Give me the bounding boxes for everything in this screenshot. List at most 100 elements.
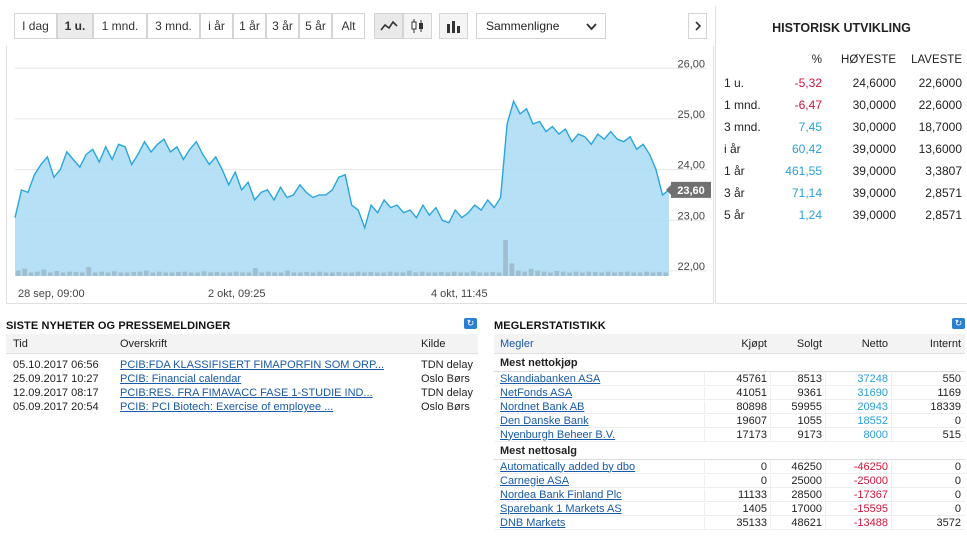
broker-name-link[interactable]: NetFonds ASA [494,387,704,399]
volume-bar [79,272,85,276]
news-headline-link[interactable]: PCIB:FDA KLASSIFISERT FIMAPORFIN SOM ORP… [120,359,421,371]
y-tick-label: 23,00 [677,210,705,222]
broker-name-link[interactable]: DNB Markets [494,517,704,529]
net-buy-title: Mest nettokjøp [494,354,965,372]
volume-bar [406,270,412,276]
y-tick-label: 24,00 [677,160,705,172]
range-button-1m[interactable]: 1 mnd. [93,13,147,39]
volume-bar [413,272,419,276]
volume-bar [99,271,104,276]
volume-bar [528,268,534,276]
y-tick-label: 26,00 [677,58,705,70]
volume-bar [368,272,374,276]
candlestick-icon [411,19,423,33]
broker-sold: 28500 [770,488,825,501]
history-pct: 71,14 [791,186,822,200]
news-header-row: Tid Overskrift Kilde [6,334,478,354]
broker-sold: 59955 [770,400,825,413]
broker-sold: 1055 [770,414,825,427]
broker-bought: 17173 [704,428,770,441]
history-low: 2,8571 [925,208,962,222]
history-period: 1 år [724,164,745,178]
news-headline-link[interactable]: PCIB: PCI Biotech: Exercise of employee … [120,401,421,413]
volume-bar [650,272,656,276]
compare-dropdown[interactable]: Sammenligne [476,13,606,39]
broker-internal: 0 [891,460,964,473]
broker-name-link[interactable]: Sparebank 1 Markets AS [494,503,704,515]
news-row: 05.09.2017 20:54 PCIB: PCI Biotech: Exerc… [6,400,478,414]
volume-bar [624,271,630,276]
volume-bar [60,272,66,276]
volume-bar [381,272,387,276]
broker-net: 18552 [825,414,891,427]
history-header-high: HØYESTE [841,54,896,66]
broker-name-link[interactable]: Nordnet Bank AB [494,401,704,413]
next-button[interactable] [688,13,707,39]
news-row: 25.09.2017 10:27 PCIB: Financial calendar… [6,372,478,386]
range-button-ytd[interactable]: i år [200,13,233,39]
volume-bar [214,272,220,276]
broker-name-link[interactable]: Nordea Bank Finland Plc [494,489,704,501]
broker-internal: 0 [891,488,964,501]
range-button-5y[interactable]: 5 år [299,13,332,39]
range-button-3m[interactable]: 3 mnd. [147,13,200,39]
volume-bar [112,271,117,276]
broker-name-link[interactable]: Automatically added by dbo [494,461,704,473]
volume-bar [535,270,540,276]
broker-net: 31690 [825,386,891,399]
range-button-all[interactable]: Alt [332,13,365,39]
history-header [724,48,772,72]
volume-icon [446,21,460,33]
broker-name-link[interactable]: Nyenburgh Beheer B.V. [494,429,704,441]
broker-internal: 550 [891,372,964,385]
volume-bar [150,272,156,276]
news-headline-link[interactable]: PCIB:RES. FRA FIMAVACC FASE 1-STUDIE IND… [120,387,421,399]
candlestick-button[interactable] [403,13,432,39]
chevron-down-icon [586,23,597,31]
range-button-today[interactable]: I dag [14,13,57,39]
volume-bar [599,272,605,276]
broker-sold: 17000 [770,502,825,515]
volume-bar [28,272,34,276]
volume-bar [246,272,252,276]
volume-bar [342,272,348,276]
net-sell-title: Mest nettosalg [494,442,965,460]
broker-header-name[interactable]: Megler [494,338,704,350]
broker-row: DNB Markets 35133 48621 -13488 3572 [494,516,965,530]
price-chart[interactable]: 26,00 25,00 24,00 23,00 22,00 23,60 28 sep, 0… [6,46,714,304]
range-button-3y[interactable]: 3 år [266,13,299,39]
volume-bar [291,272,297,276]
news-title: SISTE NYHETER OG PRESSEMELDINGER [6,320,231,332]
line-chart-button[interactable] [374,13,403,39]
range-button-1w[interactable]: 1 u. [57,13,93,39]
range-button-1y[interactable]: 1 år [233,13,266,39]
volume-bar [285,270,290,276]
refresh-brokers-icon[interactable]: ↻ [952,318,965,329]
broker-name-link[interactable]: Carnegie ASA [494,475,704,487]
volume-bar [67,271,72,276]
news-headline-link[interactable]: PCIB: Financial calendar [120,373,421,385]
volume-bar [201,271,207,276]
refresh-news-icon[interactable]: ↻ [464,318,477,329]
volume-bar [663,272,669,276]
history-high: 24,6000 [852,76,896,90]
history-high: 39,0000 [852,142,896,156]
broker-name-link[interactable]: Den Danske Bank [494,415,704,427]
broker-header-bought: Kjøpt [741,337,767,350]
volume-bar [573,271,579,276]
broker-row: Nordea Bank Finland Plc 11133 28500 -17367 0 [494,488,965,502]
volume-bar [644,271,649,276]
broker-name-link[interactable]: Skandiabanken ASA [494,373,704,385]
history-high: 39,0000 [852,208,896,222]
news-row: 12.09.2017 08:17 PCIB:RES. FRA FIMAVACC F… [6,386,478,400]
history-low: 22,6000 [918,76,962,90]
volume-bar [580,272,585,276]
volume-bar [131,272,136,276]
history-pct: 1,24 [798,208,822,222]
volume-button[interactable] [439,13,468,39]
volume-bar [278,272,284,276]
broker-sold: 9173 [770,428,825,441]
broker-net: -25000 [825,474,891,487]
broker-net: 37248 [825,372,891,385]
volume-bar [477,272,483,276]
